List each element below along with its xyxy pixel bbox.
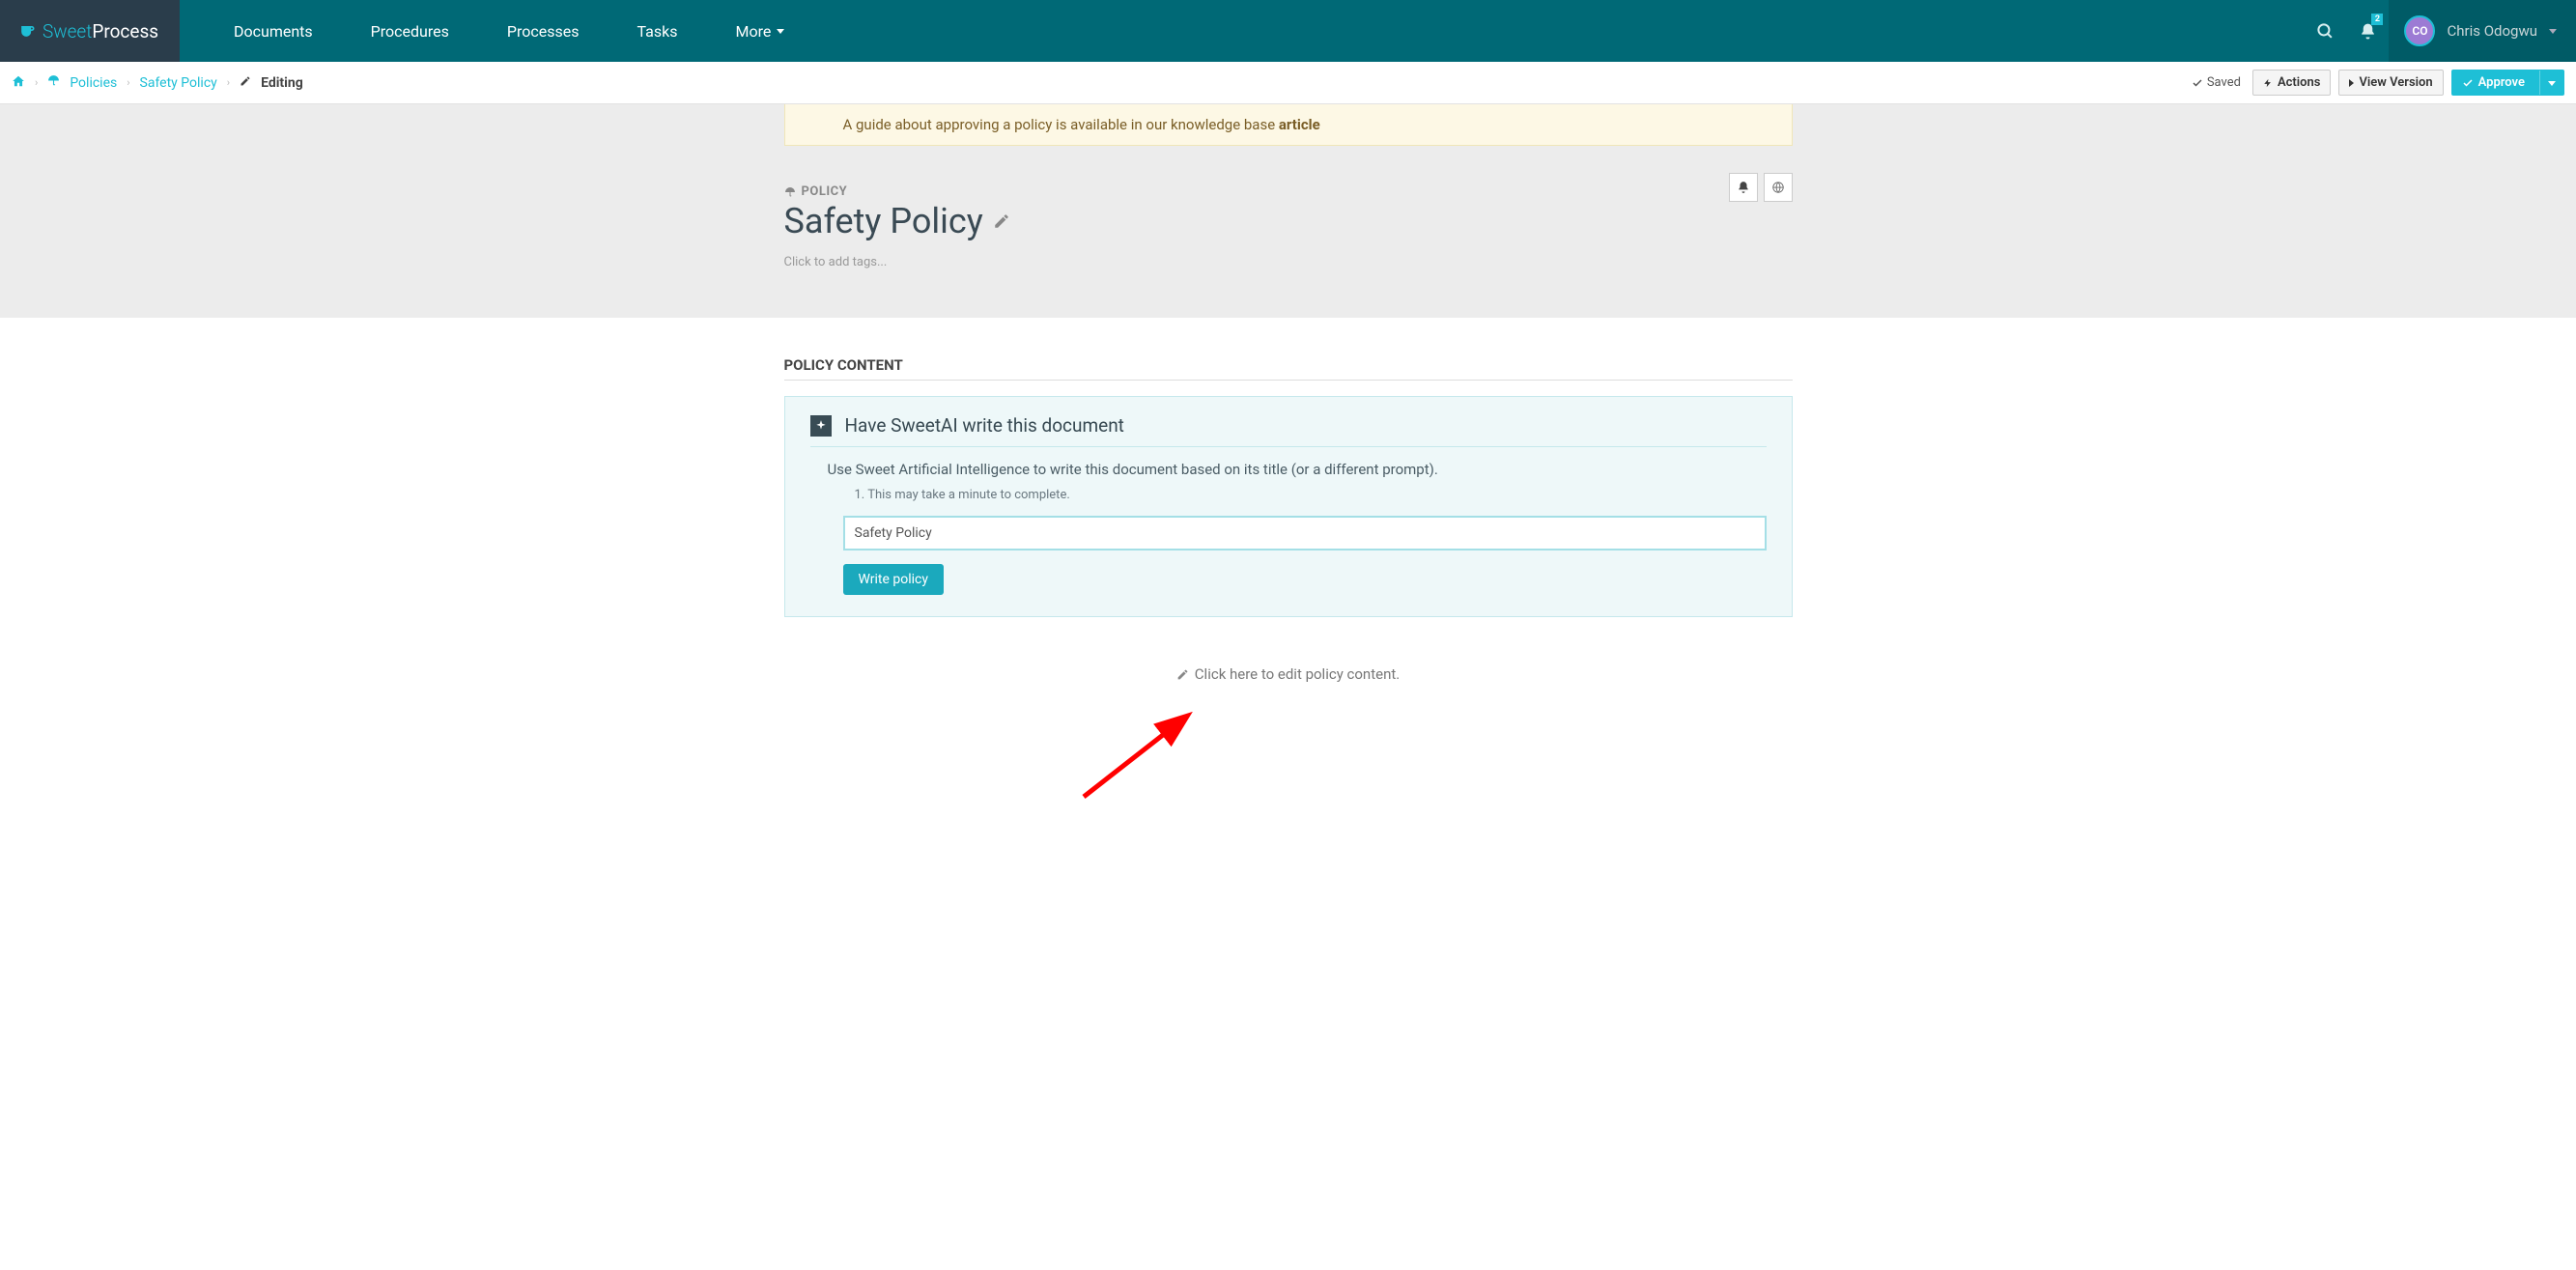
ai-description: Use Sweet Artificial Intelligence to wri…: [828, 461, 1767, 478]
search-button[interactable]: [2304, 0, 2346, 62]
ai-title-text: Have SweetAI write this document: [845, 414, 1124, 437]
pencil-icon[interactable]: [993, 212, 1010, 230]
divider: [784, 380, 1793, 381]
nav-procedures[interactable]: Procedures: [342, 22, 478, 41]
ai-panel-title: Have SweetAI write this document: [810, 414, 1767, 437]
banner-article-link[interactable]: article: [1279, 116, 1320, 133]
bell-icon: [1737, 181, 1750, 194]
chevron-down-icon: [2549, 29, 2557, 34]
policy-type-label: POLICY: [802, 184, 848, 199]
policy-title-text: Safety Policy: [784, 201, 983, 241]
nav-links: Documents Procedures Processes Tasks Mor…: [180, 22, 2304, 41]
view-version-button[interactable]: View Version: [2338, 70, 2443, 96]
chevron-down-icon: [2548, 81, 2556, 86]
ai-prompt-input[interactable]: [843, 516, 1767, 550]
notification-badge: 2: [2371, 14, 2383, 25]
info-banner: A guide about approving a policy is avai…: [784, 104, 1793, 146]
breadcrumb-policy-name[interactable]: Safety Policy: [140, 75, 217, 91]
check-icon: [2192, 77, 2203, 89]
subbar-actions: Saved Actions View Version Approve: [2192, 70, 2564, 96]
header-area: A guide about approving a policy is avai…: [0, 104, 2576, 318]
logo-text: SweetProcess: [42, 20, 158, 42]
user-menu[interactable]: CO Chris Odogwu: [2389, 0, 2576, 62]
breadcrumb-state: Editing: [261, 75, 303, 91]
ai-sparkle-icon: [810, 415, 832, 437]
logo[interactable]: SweetProcess: [0, 0, 180, 62]
umbrella-icon: [784, 186, 796, 198]
actions-button-label: Actions: [2278, 75, 2321, 90]
approve-button[interactable]: Approve: [2451, 70, 2564, 96]
banner-text: A guide about approving a policy is avai…: [843, 116, 1279, 133]
header-actions: [1729, 173, 1793, 202]
content-area: POLICY CONTENT Have SweetAI write this d…: [784, 318, 1793, 760]
home-icon[interactable]: [12, 74, 25, 92]
breadcrumb-policies[interactable]: Policies: [70, 75, 117, 91]
actions-button[interactable]: Actions: [2252, 70, 2332, 96]
breadcrumb: › Policies › Safety Policy › Editing: [12, 74, 303, 92]
caret-right-icon: [2349, 79, 2354, 87]
umbrella-icon: [47, 74, 60, 91]
topbar-right: 2 CO Chris Odogwu: [2304, 0, 2576, 62]
policy-header: POLICY Safety Policy Click to add tags..…: [784, 146, 1793, 269]
breadcrumb-sep: ›: [35, 76, 38, 89]
breadcrumb-sep: ›: [227, 76, 230, 89]
ai-panel: Have SweetAI write this document Use Swe…: [784, 396, 1793, 617]
policy-type: POLICY: [784, 184, 1793, 199]
tags-input[interactable]: Click to add tags...: [784, 255, 1793, 269]
visibility-button[interactable]: [1764, 173, 1793, 202]
subbar: › Policies › Safety Policy › Editing Sav…: [0, 62, 2576, 104]
pencil-icon: [240, 75, 251, 91]
breadcrumb-sep: ›: [127, 76, 129, 89]
edit-content-link[interactable]: Click here to edit policy content.: [784, 665, 1793, 683]
globe-icon: [1771, 181, 1785, 194]
avatar: CO: [2404, 15, 2435, 46]
policy-title[interactable]: Safety Policy: [784, 201, 1793, 241]
divider: [810, 446, 1767, 447]
approve-label: Approve: [2478, 75, 2525, 90]
section-header: POLICY CONTENT: [784, 356, 1793, 380]
cup-icon: [17, 21, 37, 41]
nav-more-label: More: [735, 22, 771, 41]
bolt-icon: [2263, 77, 2273, 89]
status-saved-label: Saved: [2207, 75, 2241, 90]
chevron-down-icon: [777, 29, 784, 34]
topbar: SweetProcess Documents Procedures Proces…: [0, 0, 2576, 62]
view-version-label: View Version: [2359, 75, 2432, 90]
nav-more[interactable]: More: [706, 22, 813, 41]
annotation-arrow: [1074, 700, 1209, 806]
nav-tasks[interactable]: Tasks: [608, 22, 706, 41]
check-icon: [2462, 77, 2474, 89]
pencil-icon: [1176, 668, 1189, 681]
ai-note: 1. This may take a minute to complete.: [855, 488, 1767, 502]
search-icon: [2316, 22, 2335, 41]
status-saved: Saved: [2192, 75, 2241, 90]
edit-content-text: Click here to edit policy content.: [1195, 665, 1400, 683]
user-name: Chris Odogwu: [2447, 22, 2537, 40]
nav-processes[interactable]: Processes: [478, 22, 609, 41]
write-policy-button[interactable]: Write policy: [843, 564, 945, 595]
notifications-button[interactable]: 2: [2346, 0, 2389, 62]
nav-documents[interactable]: Documents: [205, 22, 342, 41]
subscribe-button[interactable]: [1729, 173, 1758, 202]
approve-dropdown[interactable]: [2539, 71, 2563, 95]
